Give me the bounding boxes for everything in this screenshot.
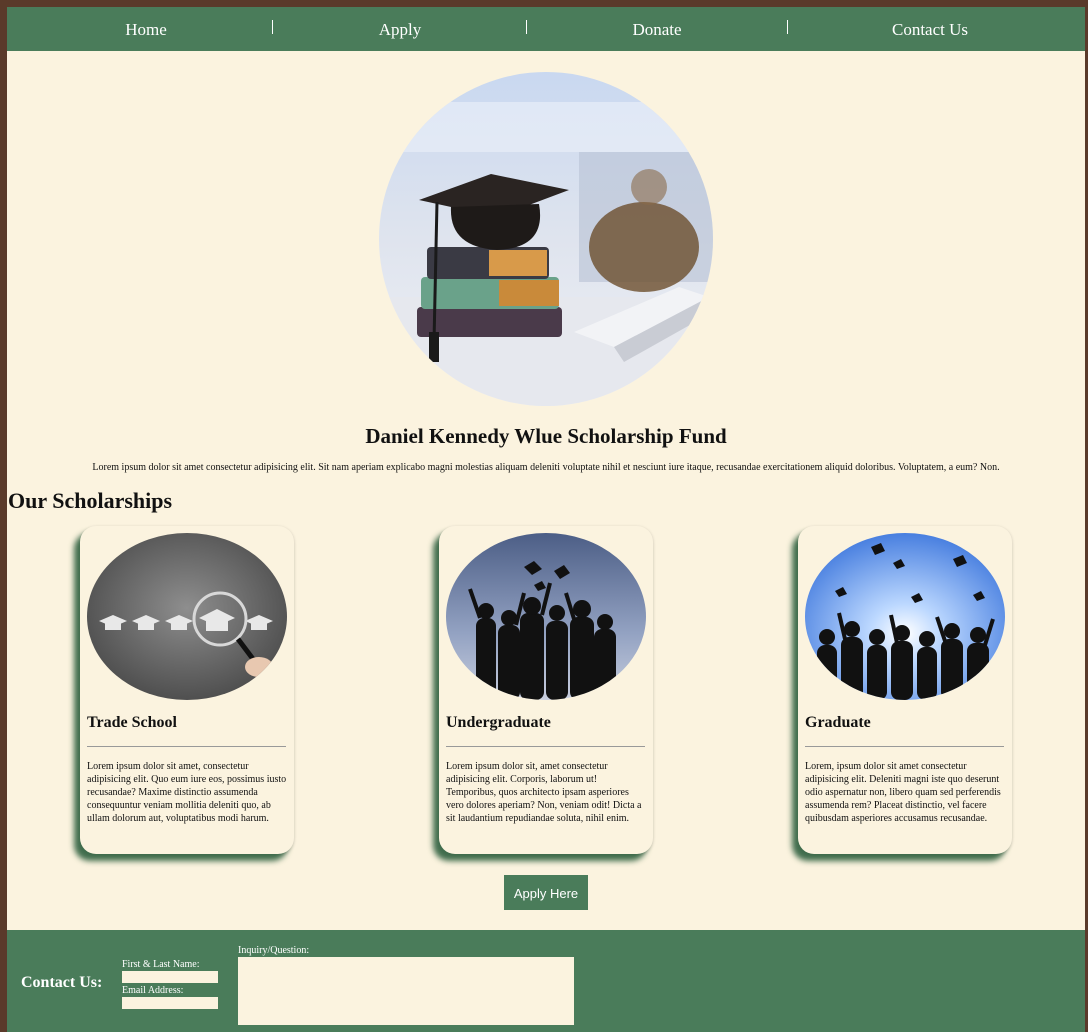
- nav-separator: [787, 20, 788, 34]
- contact-title: Contact Us:: [21, 974, 103, 991]
- hero-image: [379, 72, 713, 406]
- apply-here-button[interactable]: Apply Here: [504, 875, 588, 910]
- email-field[interactable]: [122, 997, 218, 1009]
- card-divider: [87, 746, 286, 747]
- nav-apply-link[interactable]: Apply: [379, 20, 422, 40]
- inquiry-label: Inquiry/Question:: [238, 945, 310, 956]
- card-title: Graduate: [805, 714, 871, 731]
- card-description: Lorem ipsum dolor sit amet, consectetur …: [87, 761, 287, 824]
- card-title: Undergraduate: [446, 714, 551, 731]
- contact-footer: Contact Us: First & Last Name: Email Add…: [7, 930, 1085, 1032]
- graduate-image: [805, 533, 1005, 700]
- scholarships-heading: Our Scholarships: [8, 488, 173, 513]
- card-description: Lorem ipsum dolor sit, amet consectetur …: [446, 761, 642, 824]
- inquiry-textarea[interactable]: [238, 957, 574, 1025]
- card-divider: [805, 746, 1004, 747]
- nav-home-link[interactable]: Home: [125, 20, 167, 40]
- page: Home Apply Donate Contact Us Daniel Kenn…: [7, 7, 1085, 1032]
- nav-separator: [526, 20, 527, 34]
- scholarship-card-undergraduate[interactable]: Undergraduate Lorem ipsum dolor sit, ame…: [439, 526, 653, 854]
- nav-separator: [272, 20, 273, 34]
- scholarship-card-graduate[interactable]: Graduate Lorem, ipsum dolor sit amet con…: [798, 526, 1012, 854]
- card-title: Trade School: [87, 714, 177, 731]
- nav-donate-link[interactable]: Donate: [632, 20, 681, 40]
- top-nav: Home Apply Donate Contact Us: [7, 7, 1085, 51]
- hero-title: Daniel Kennedy Wlue Scholarship Fund: [365, 424, 727, 448]
- nav-contact-link[interactable]: Contact Us: [892, 20, 968, 40]
- scholarship-card-trade-school[interactable]: Trade School Lorem ipsum dolor sit amet,…: [80, 526, 294, 854]
- name-field[interactable]: [122, 971, 218, 983]
- trade-school-image: [87, 533, 287, 700]
- undergraduate-image: [446, 533, 646, 700]
- name-label: First & Last Name:: [122, 959, 200, 970]
- card-description: Lorem, ipsum dolor sit amet consectetur …: [805, 761, 1001, 824]
- email-label: Email Address:: [122, 985, 184, 996]
- hero-description: Lorem ipsum dolor sit amet consectetur a…: [92, 462, 1000, 473]
- card-divider: [446, 746, 645, 747]
